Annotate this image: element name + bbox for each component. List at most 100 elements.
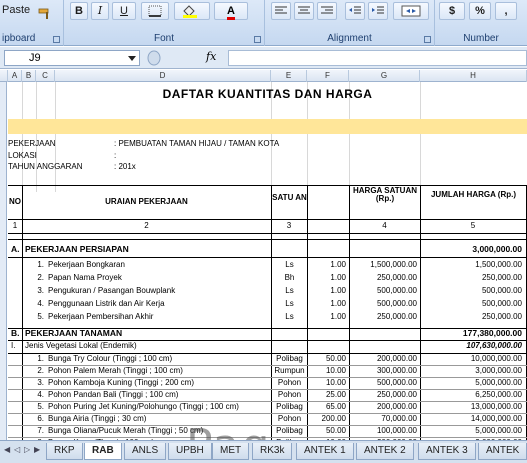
item-amount: 14,000,000.00 — [470, 414, 522, 423]
name-box[interactable]: J9 — [4, 50, 140, 66]
item-price: 1,500,000.00 — [370, 260, 417, 269]
prev-sheet-icon[interactable]: ◁ — [14, 445, 22, 457]
column-header-a[interactable]: A — [8, 70, 22, 82]
decrease-indent-button[interactable] — [345, 2, 365, 20]
item-name: Pengukuran / Pasangan Bouwplank — [48, 286, 176, 295]
tab-rkp[interactable]: RKP — [46, 443, 83, 460]
row-headers[interactable] — [0, 82, 7, 440]
item-price: 300,000.00 — [376, 366, 417, 375]
item-amount: 13,000,000.00 — [470, 402, 522, 411]
item-amount: 500,000.00 — [481, 299, 522, 308]
item-price: 200,000.00 — [376, 402, 417, 411]
item-amount: 3,000,000.00 — [475, 366, 522, 375]
item-price: 500,000.00 — [376, 378, 417, 387]
item-amount: 250,000.00 — [481, 312, 522, 321]
tab-antek-2[interactable]: ANTEK 2 — [356, 443, 414, 460]
item-qty: 50.00 — [325, 426, 346, 435]
item-name: Pohon Palem Merah (Tinggi ; 100 cm) — [48, 366, 183, 375]
item-unit: Ls — [285, 299, 294, 308]
percent-button[interactable]: % — [469, 2, 491, 20]
item-unit: Ls — [285, 260, 294, 269]
table-row: 1. Pekerjaan Bongkaran Ls 1.00 1,500,000.00 1… — [8, 260, 527, 272]
tab-rk3k[interactable]: RK3k — [252, 443, 293, 460]
item-qty: 10.00 — [325, 378, 346, 387]
table-header: NO URAIAN PEKERJAAN SATU AN HARGA SATUAN… — [8, 185, 527, 219]
column-header-f[interactable]: F — [307, 70, 349, 82]
tab-antek-3[interactable]: ANTEK 3 — [418, 443, 476, 460]
tab-antek-1[interactable]: ANTEK 1 — [296, 443, 354, 460]
tab-met[interactable]: MET — [212, 443, 250, 460]
item-no: 2. — [37, 273, 44, 282]
header-number: 1 — [12, 222, 18, 230]
info-row: PEKERJAAN : PEMBUATAN TAMAN HIJAU / TAMA… — [8, 140, 527, 150]
header-number: 5 — [470, 222, 476, 230]
item-unit: Bh — [284, 273, 295, 282]
first-sheet-icon[interactable]: ◀ — [4, 445, 12, 457]
align-right-button[interactable] — [317, 2, 337, 20]
item-unit: Polibag — [276, 426, 303, 435]
item-no: 2. — [37, 366, 44, 375]
insert-function-button[interactable]: fx — [206, 50, 216, 63]
header-number: 2 — [144, 222, 149, 230]
item-qty: 65.00 — [325, 402, 346, 411]
column-header-h[interactable]: H — [420, 70, 527, 82]
formula-input[interactable] — [228, 50, 527, 66]
table-row: 5. Pekerjaan Pembersihan Akhir Ls 1.00 250,0… — [8, 312, 527, 324]
info-value: : — [114, 152, 117, 160]
item-unit: Ls — [285, 286, 294, 295]
subsection-row: I. Jenis Vegetasi Lokal (Endemik) 107,63… — [8, 342, 527, 352]
increase-indent-button[interactable] — [368, 2, 388, 20]
underline-button[interactable]: U — [112, 2, 136, 20]
column-header-b[interactable]: B — [22, 70, 36, 82]
header-harga-satuan: HARGA SATUAN (Rp.) — [353, 187, 417, 203]
item-unit: Polibag — [276, 354, 303, 363]
item-price: 500,000.00 — [376, 299, 417, 308]
table-row: 4. Penggunaan Listrik dan Air Kerja Ls 1.00… — [8, 299, 527, 311]
next-sheet-icon[interactable]: ▷ — [24, 445, 32, 457]
bold-button[interactable]: B — [70, 2, 88, 20]
item-price: 70,000.00 — [381, 414, 417, 423]
clipboard-launcher-icon[interactable] — [53, 36, 60, 43]
item-amount: 5,000,000.00 — [475, 426, 522, 435]
select-all-corner[interactable] — [0, 70, 8, 82]
tab-upbh[interactable]: UPBH — [168, 443, 212, 460]
font-launcher-icon[interactable] — [254, 36, 261, 43]
paste-button[interactable]: Paste — [2, 2, 32, 20]
item-name: Papan Nama Proyek — [48, 273, 122, 282]
item-amount: 500,000.00 — [481, 286, 522, 295]
font-color-button[interactable]: A — [214, 2, 248, 20]
alignment-launcher-icon[interactable] — [424, 36, 431, 43]
section-row: A. PEKERJAAN PERSIAPAN 3,000,000.00 — [8, 245, 527, 256]
borders-button[interactable] — [141, 2, 169, 20]
tab-rab[interactable]: RAB — [84, 443, 122, 460]
comma-button[interactable]: , — [495, 2, 517, 20]
item-unit: Ls — [285, 312, 294, 321]
column-header-d[interactable]: D — [55, 70, 271, 82]
align-center-button[interactable] — [294, 2, 314, 20]
italic-button[interactable]: I — [91, 2, 109, 20]
tab-anls[interactable]: ANLS — [124, 443, 167, 460]
column-header-g[interactable]: G — [349, 70, 420, 82]
item-name: Bunga Try Colour (Tinggi ; 100 cm) — [48, 354, 173, 363]
sheet-tabs: ◀ ◁ ▷ ▶ RKP RAB ANLS UPBH MET RK3k ANTEK 1 ANTE… — [0, 440, 527, 463]
item-no: 5. — [37, 312, 44, 321]
table-row: 4. Pohon Pandan Bali (Tinggi ; 100 cm) Poh… — [8, 390, 527, 401]
info-value: : PEMBUATAN TAMAN HIJAU / TAMAN KOTA — [114, 140, 280, 148]
formula-bar-handle-icon[interactable] — [146, 50, 186, 66]
fill-color-button[interactable] — [174, 2, 210, 20]
font-label: Font — [153, 33, 174, 44]
item-name: Pekerjaan Bongkaran — [48, 260, 125, 269]
currency-button[interactable]: $ — [439, 2, 465, 20]
item-no: 4. — [37, 390, 44, 399]
item-unit: Pohon — [277, 390, 302, 399]
last-sheet-icon[interactable]: ▶ — [34, 445, 42, 457]
align-left-button[interactable] — [271, 2, 291, 20]
chevron-down-icon[interactable] — [128, 56, 136, 61]
column-header-e[interactable]: E — [271, 70, 307, 82]
format-painter-icon[interactable] — [38, 8, 52, 20]
column-header-c[interactable]: C — [36, 70, 55, 82]
merge-center-button[interactable] — [393, 2, 429, 20]
item-qty: 1.00 — [330, 273, 346, 282]
tab-antek[interactable]: ANTEK — [478, 443, 527, 460]
worksheet[interactable]: DAFTAR KUANTITAS DAN HARGA PEKERJAAN : P… — [8, 82, 527, 440]
